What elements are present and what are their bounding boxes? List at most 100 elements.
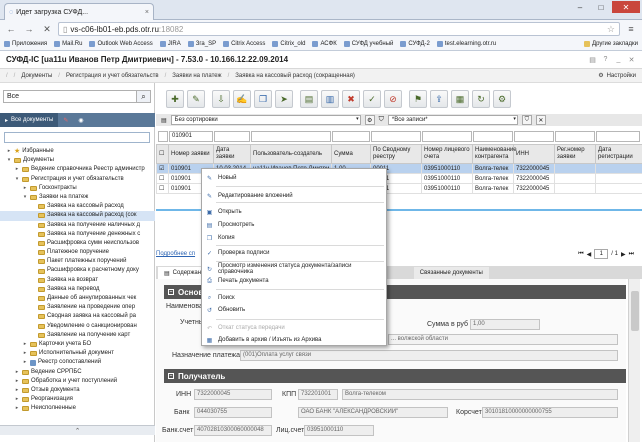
collapsed-icon[interactable]: ▸: [22, 184, 28, 193]
tab-edit[interactable]: ✎: [58, 113, 73, 127]
row-checkbox[interactable]: ☐: [156, 183, 169, 194]
bookmark-item[interactable]: test.elearning.otr.ru: [436, 41, 496, 47]
tree-node[interactable]: ▸ Неисполненные: [0, 404, 155, 413]
app-close-icon[interactable]: ✕: [627, 55, 636, 64]
refresh-button[interactable]: ↻: [472, 90, 490, 108]
column-header[interactable]: Дата заявки: [213, 144, 251, 164]
bookmark-item[interactable]: Citrix Access: [223, 41, 265, 47]
row-checkbox[interactable]: ☑: [156, 163, 169, 174]
app-minimize-icon[interactable]: _: [614, 55, 623, 64]
context-menu-item[interactable]: ✓ Проверка подписи: [202, 248, 386, 258]
tree-node[interactable]: Заявка на кассовый расход: [0, 202, 155, 211]
column-header[interactable]: Номер лицевого счета: [421, 144, 473, 164]
detail-scrollbar[interactable]: [628, 279, 640, 442]
tree-node[interactable]: ▸ Реорганизация: [0, 395, 155, 404]
tree-node[interactable]: Заявка на возврат: [0, 276, 155, 285]
reload-icon[interactable]: ✕: [40, 22, 54, 36]
context-menu-item[interactable]: ▦ Добавить в архив / Изъять из Архива: [202, 335, 386, 345]
settings-button[interactable]: ⚙: [493, 90, 511, 108]
collapsed-icon[interactable]: ▸: [14, 395, 20, 404]
filter-cell-regdate[interactable]: [596, 130, 640, 142]
context-menu-item[interactable]: ❐ Копия: [202, 233, 386, 243]
bookmark-item[interactable]: Outlook Web Access: [89, 41, 153, 47]
tree-node[interactable]: Заявление на получение карт: [0, 331, 155, 340]
copy-button[interactable]: ❐: [254, 90, 272, 108]
column-header[interactable]: ИНН: [513, 144, 555, 164]
context-menu-item[interactable]: ⌕ Поиск: [202, 293, 386, 303]
corr-field[interactable]: 30101810000000000755: [482, 407, 618, 418]
sign-button[interactable]: ✍: [233, 90, 251, 108]
collapse-panel-button[interactable]: ⌃: [0, 425, 155, 435]
tab-related-documents[interactable]: Связанные документы: [413, 267, 489, 279]
tree-node[interactable]: Платежное поручение: [0, 248, 155, 257]
last-page-icon[interactable]: ⏭: [629, 251, 634, 258]
minimize-icon[interactable]: –: [570, 1, 590, 13]
filter-apply-button[interactable]: ⛉: [521, 115, 532, 125]
bank-account-field[interactable]: 40702810300060000048: [194, 425, 272, 436]
next-page-icon[interactable]: ▶: [621, 251, 626, 258]
app-help-icon[interactable]: ?: [601, 55, 610, 64]
tree-node[interactable]: ▸ Ведение справочника Реестр администр: [0, 165, 155, 174]
kpp-field[interactable]: 732201001: [298, 389, 338, 400]
sort-select[interactable]: Без сортировки ▾: [170, 115, 361, 125]
column-header[interactable]: Рег.номер заявки: [554, 144, 596, 164]
inn-field[interactable]: 7322000045: [194, 389, 272, 400]
forward-icon[interactable]: →: [22, 22, 36, 36]
tree-node[interactable]: Уведомление о санкционирован: [0, 322, 155, 331]
context-menu-item[interactable]: ⎙ Печать документа: [202, 276, 386, 286]
bookmark-star-icon[interactable]: ☆: [607, 24, 615, 35]
purpose-field[interactable]: (001)Оплата услуг связи: [240, 350, 618, 361]
context-menu-item[interactable]: ▤ Просмотреть: [202, 220, 386, 230]
tree-node[interactable]: Заявка на получение наличных д: [0, 221, 155, 230]
sort-settings-button[interactable]: ⚙: [364, 115, 375, 125]
collapsed-icon[interactable]: ▸: [14, 165, 20, 174]
tab-close-icon[interactable]: ×: [145, 9, 149, 16]
breadcrumb-item[interactable]: Заявка на кассовый расход (сокращенная): [235, 73, 355, 79]
tree-node[interactable]: Заявка на перевод: [0, 285, 155, 294]
other-bookmarks[interactable]: Другие закладки: [584, 41, 638, 47]
tree-node[interactable]: Заявка на получение денежных с: [0, 230, 155, 239]
bookmark-item[interactable]: Зга_SP: [187, 41, 216, 47]
scrollbar-thumb[interactable]: [631, 291, 639, 331]
prev-page-icon[interactable]: ◀: [587, 251, 592, 258]
tab-all-documents[interactable]: ▸ Все документы: [0, 113, 59, 127]
sum-field[interactable]: 1,00: [470, 319, 540, 330]
menu-icon[interactable]: ≡: [624, 22, 638, 36]
column-header[interactable]: Дата регистрации: [595, 144, 642, 164]
tree-node[interactable]: Расшифровка к расчетному доку: [0, 266, 155, 275]
edit-button[interactable]: ✎: [187, 90, 205, 108]
back-icon[interactable]: ←: [4, 22, 18, 36]
collapsed-icon[interactable]: ▸: [14, 368, 20, 377]
context-menu-item[interactable]: ▣ Открыть: [202, 207, 386, 217]
context-menu-item[interactable]: ✎ Новый: [202, 173, 386, 183]
collapsed-icon[interactable]: ▸: [14, 386, 20, 395]
column-header[interactable]: Пользователь-создатель: [250, 144, 332, 164]
url-input[interactable]: ▯ vs-c06-lb01-eb.pds.otr.ru:18082 ☆: [58, 22, 620, 36]
details-link[interactable]: Подробнее сп: [156, 251, 195, 257]
browser-tab[interactable]: ◌ Идет загрузка СУФД... ×: [4, 3, 154, 20]
bookmark-item[interactable]: СУФД учебный: [343, 41, 393, 47]
recipient-field[interactable]: Волга-телеком: [342, 389, 618, 400]
bookmark-item[interactable]: Приложения: [4, 41, 47, 47]
bank-name-field[interactable]: ОАО БАНК "АЛЕКСАНДРОВСКИЙ": [298, 407, 448, 418]
bookmark-item[interactable]: JIRA: [159, 41, 181, 47]
cancel-button[interactable]: ⊘: [384, 90, 402, 108]
tree-filter-input[interactable]: [4, 132, 150, 143]
tree-node[interactable]: ▸ Реестр сопоставлений: [0, 358, 155, 367]
collapsed-icon[interactable]: ▸: [14, 404, 20, 413]
region-field[interactable]: ... волжской области: [388, 334, 618, 345]
column-header[interactable]: Наименование контрагента: [472, 144, 517, 164]
navigation-search-input[interactable]: Все ⌕: [3, 90, 151, 103]
tree-node[interactable]: ▾ Регистрация и учет обязательств: [0, 175, 155, 184]
tree-node[interactable]: ▾ Документы: [0, 156, 155, 165]
filter-cell-number[interactable]: 010901: [169, 130, 213, 142]
tab-favorites[interactable]: ◉: [73, 113, 88, 127]
filter-clear-button[interactable]: ✕: [535, 115, 546, 125]
page-number-input[interactable]: 1: [594, 249, 609, 259]
tree-node[interactable]: ▸ Карточки учета БО: [0, 340, 155, 349]
filter-cell-contractor[interactable]: [473, 130, 513, 142]
collapsed-icon[interactable]: ▸: [14, 377, 20, 386]
column-header[interactable]: Номер заявки: [168, 144, 214, 164]
bookmark-item[interactable]: АСФК: [312, 41, 337, 47]
section-header-recipient[interactable]: – Получатель: [164, 369, 626, 383]
